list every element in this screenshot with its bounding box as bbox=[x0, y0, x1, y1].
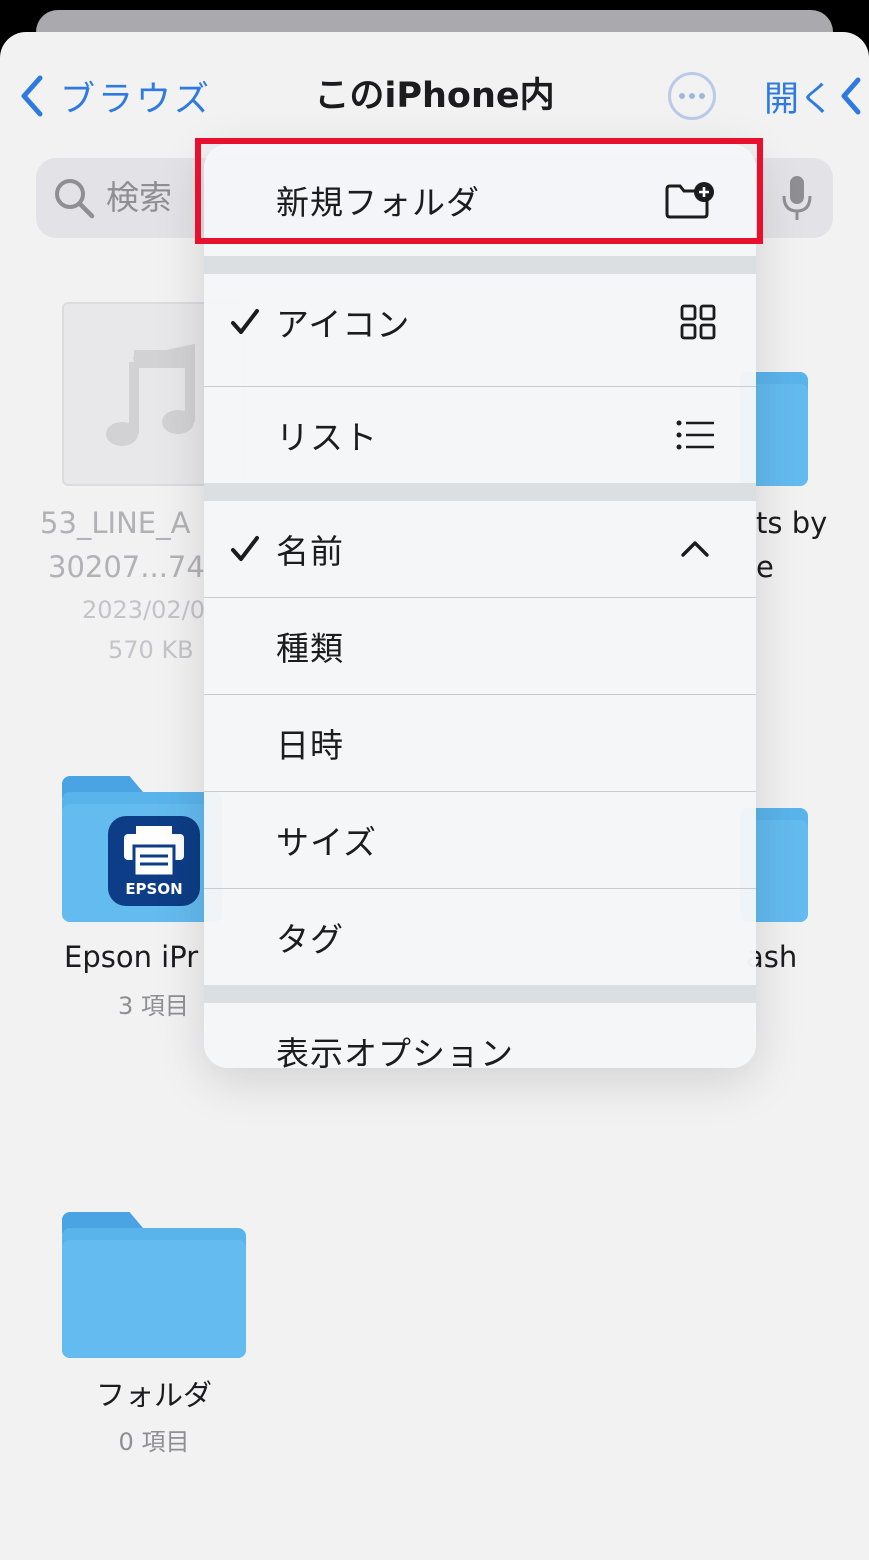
epson-folder-name: Epson iPr bbox=[64, 940, 199, 974]
view-options-menu: 新規フォルダ アイコン リスト 名前 種類 日時 サイズ タグ 表示オプション bbox=[204, 144, 756, 1068]
microphone-icon[interactable] bbox=[781, 174, 813, 222]
epson-folder[interactable]: EPSON bbox=[62, 776, 222, 922]
ellipsis-icon bbox=[679, 93, 685, 99]
checkmark-icon bbox=[231, 309, 259, 334]
menu-item-label: 種類 bbox=[276, 629, 344, 668]
menu-item-sort-size[interactable]: サイズ bbox=[204, 792, 756, 888]
music-note-icon bbox=[106, 344, 195, 446]
menu-item-label: サイズ bbox=[276, 823, 378, 862]
menu-item-label: リスト bbox=[276, 418, 378, 457]
menu-item-sort-date[interactable]: 日時 bbox=[204, 695, 756, 791]
chevron-left-icon bbox=[841, 77, 861, 115]
menu-item-sort-name[interactable]: 名前 bbox=[204, 501, 756, 597]
highlight-box bbox=[195, 138, 763, 244]
menu-item-label: 表示オプション bbox=[276, 1034, 514, 1068]
folder-name: フォルダ bbox=[95, 1378, 212, 1412]
checkmark-icon bbox=[231, 536, 259, 561]
audio-file-name-line2: 30207...74 bbox=[48, 550, 205, 584]
folder-name-line2: e bbox=[756, 550, 774, 584]
folder-count: 0 項目 bbox=[118, 1428, 190, 1456]
open-button[interactable]: 開く bbox=[764, 72, 864, 120]
list-icon bbox=[676, 420, 714, 450]
menu-item-label: アイコン bbox=[276, 305, 411, 344]
epson-app-label: EPSON bbox=[125, 880, 183, 898]
epson-app-icon: EPSON bbox=[108, 816, 200, 906]
folder-name: ash bbox=[746, 940, 798, 974]
chevron-up-icon bbox=[681, 541, 709, 557]
epson-folder-count: 3 項目 bbox=[118, 992, 189, 1020]
menu-item-label: 日時 bbox=[276, 726, 344, 765]
page-title: このiPhone内 bbox=[314, 76, 555, 116]
menu-item-label: タグ bbox=[276, 920, 344, 959]
menu-item-view-options[interactable]: 表示オプション bbox=[204, 1003, 756, 1068]
open-button-label: 開く bbox=[764, 79, 835, 120]
search-placeholder: 検索 bbox=[106, 178, 172, 217]
menu-item-list-view[interactable]: リスト bbox=[204, 387, 756, 483]
audio-file-date: 2023/02/0 bbox=[82, 596, 206, 624]
audio-file-size: 570 KB bbox=[108, 636, 194, 664]
grid-icon bbox=[680, 304, 716, 340]
menu-item-label: 名前 bbox=[276, 532, 344, 571]
new-folder-item[interactable] bbox=[62, 1212, 246, 1358]
folder-name-line1: ts by bbox=[756, 506, 828, 540]
more-options-button[interactable] bbox=[668, 72, 716, 120]
menu-item-sort-tags[interactable]: タグ bbox=[204, 889, 756, 985]
search-icon bbox=[55, 179, 95, 219]
files-browser-sheet: ブラウズ このiPhone内 開く 検索 53_LINE_A 30207...7… bbox=[0, 32, 869, 1560]
menu-item-sort-kind[interactable]: 種類 bbox=[204, 598, 756, 694]
menu-item-icon-view[interactable]: アイコン bbox=[204, 274, 756, 370]
audio-file-name-line1: 53_LINE_A bbox=[40, 506, 191, 540]
